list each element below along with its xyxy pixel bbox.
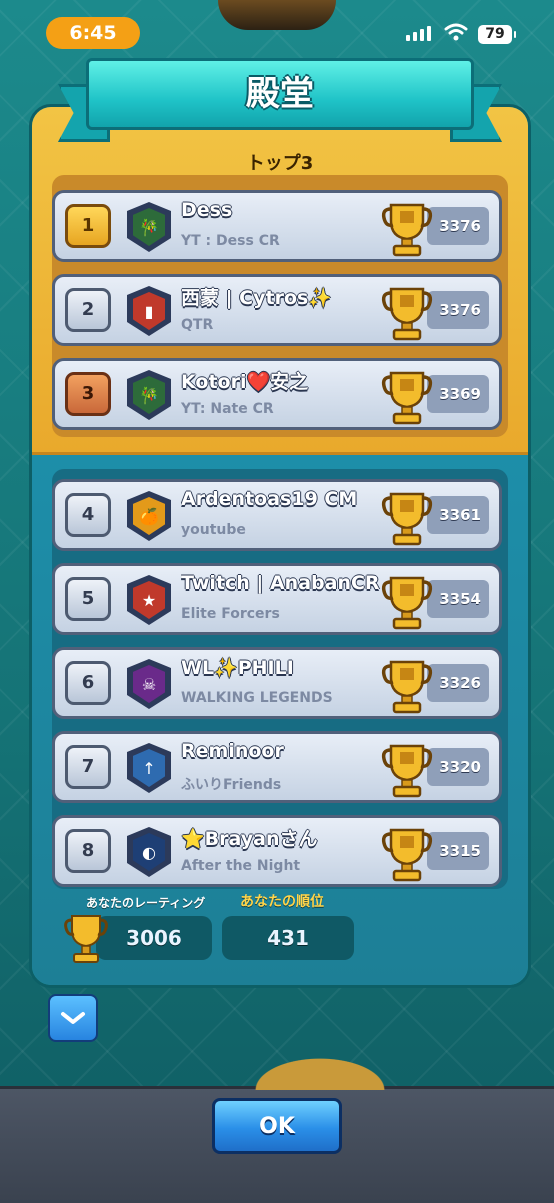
page-title: 殿堂 xyxy=(86,58,474,130)
player-name: ⭐Brayanさん xyxy=(181,828,318,850)
trophy-count: 3369 xyxy=(427,375,489,413)
rank-number: 5 xyxy=(65,577,111,621)
clan-badge-icon: ★ xyxy=(127,575,171,625)
leaderboard-row[interactable]: 4 🍊 Ardentoas19 CM youtube 3361 xyxy=(52,479,502,551)
player-name: 西蒙 | Cytros✨ xyxy=(181,287,332,309)
status-bar: 6:45 79 xyxy=(0,0,554,60)
trophy-count: 3376 xyxy=(427,207,489,245)
rank-number: 8 xyxy=(65,829,111,873)
clan-badge-emblem: ▮ xyxy=(133,292,165,330)
trophy-icon xyxy=(381,367,433,425)
trophy-icon xyxy=(381,283,433,341)
signal-icon xyxy=(406,26,431,41)
rank-number: 3 xyxy=(65,372,111,416)
rank-number: 6 xyxy=(65,661,111,705)
player-name: Reminoor xyxy=(181,740,284,762)
top3-title: トップ3 xyxy=(246,153,314,174)
leaderboard-row[interactable]: 6 ☠ WL✨PHILI WALKING LEGENDS 3326 xyxy=(52,647,502,719)
trophy-count: 3354 xyxy=(427,580,489,618)
wifi-icon xyxy=(444,23,468,41)
trophy-icon xyxy=(381,199,433,257)
leaderboard-row[interactable]: 1 🎋 Dess YT : Dess CR 3376 xyxy=(52,190,502,262)
clan-badge-emblem: 🍊 xyxy=(133,497,165,535)
clan-badge-emblem: 🎋 xyxy=(133,376,165,414)
battery-indicator: 79 xyxy=(478,25,516,44)
trophy-icon xyxy=(381,824,433,882)
rank-value: 431 xyxy=(222,916,354,960)
clan-name: YT : Dess CR xyxy=(181,233,280,249)
clan-badge-icon: 🎋 xyxy=(127,202,171,252)
player-name: WL✨PHILI xyxy=(181,657,294,679)
rank-label: あなたの順位 xyxy=(240,894,324,910)
clan-name: WALKING LEGENDS xyxy=(181,690,333,706)
trophy-icon xyxy=(64,915,108,963)
clan-badge-emblem: ☠ xyxy=(133,665,165,703)
clan-name: QTR xyxy=(181,317,214,333)
trophy-icon xyxy=(381,740,433,798)
trophy-count: 3326 xyxy=(427,664,489,702)
ok-button[interactable]: OK xyxy=(212,1098,342,1154)
leaderboard-row[interactable]: 7 ↑ Reminoor ふいりFriends 3320 xyxy=(52,731,502,803)
trophy-count: 3320 xyxy=(427,748,489,786)
clan-badge-icon: ↑ xyxy=(127,743,171,793)
clan-badge-emblem: ★ xyxy=(133,581,165,619)
clan-badge-emblem: 🎋 xyxy=(133,208,165,246)
clan-badge-icon: ☠ xyxy=(127,659,171,709)
bottom-ornament xyxy=(238,1050,402,1090)
clan-name: youtube xyxy=(181,522,246,538)
clan-badge-icon: ◐ xyxy=(127,827,171,877)
clan-name: After the Night xyxy=(181,858,301,874)
player-name: Twitch | AnabanCR xyxy=(181,572,380,594)
rank-number: 4 xyxy=(65,493,111,537)
leaderboard-row[interactable]: 5 ★ Twitch | AnabanCR Elite Forcers 3354 xyxy=(52,563,502,635)
player-name: Ardentoas19 CM xyxy=(181,488,358,510)
trophy-count: 3361 xyxy=(427,496,489,534)
clan-badge-emblem: ◐ xyxy=(133,833,165,871)
leaderboard-row[interactable]: 3 🎋 Kotori❤️安之 YT: Nate CR 3369 xyxy=(52,358,502,430)
top-ornament xyxy=(218,0,336,30)
clan-badge-emblem: ↑ xyxy=(133,749,165,787)
clan-badge-icon: ▮ xyxy=(127,286,171,336)
clan-name: YT: Nate CR xyxy=(181,401,274,417)
trophy-icon xyxy=(381,488,433,546)
chevron-down-icon xyxy=(61,1012,85,1024)
clan-name: ふいりFriends xyxy=(181,777,282,793)
expand-button[interactable] xyxy=(48,994,98,1042)
player-name: Dess xyxy=(181,199,233,221)
trophy-icon xyxy=(381,572,433,630)
leaderboard-row[interactable]: 2 ▮ 西蒙 | Cytros✨ QTR 3376 xyxy=(52,274,502,346)
leaderboard-row[interactable]: 8 ◐ ⭐Brayanさん After the Night 3315 xyxy=(52,815,502,887)
trophy-count: 3376 xyxy=(427,291,489,329)
player-name: Kotori❤️安之 xyxy=(181,371,309,393)
rating-value: 3006 xyxy=(96,916,212,960)
rating-label: あなたのレーティング xyxy=(86,896,206,910)
rank-number: 1 xyxy=(65,204,111,248)
rank-number: 2 xyxy=(65,288,111,332)
clan-name: Elite Forcers xyxy=(181,606,280,622)
status-time: 6:45 xyxy=(46,17,140,49)
clan-badge-icon: 🍊 xyxy=(127,491,171,541)
trophy-icon xyxy=(381,656,433,714)
rank-number: 7 xyxy=(65,745,111,789)
clan-badge-icon: 🎋 xyxy=(127,370,171,420)
trophy-count: 3315 xyxy=(427,832,489,870)
